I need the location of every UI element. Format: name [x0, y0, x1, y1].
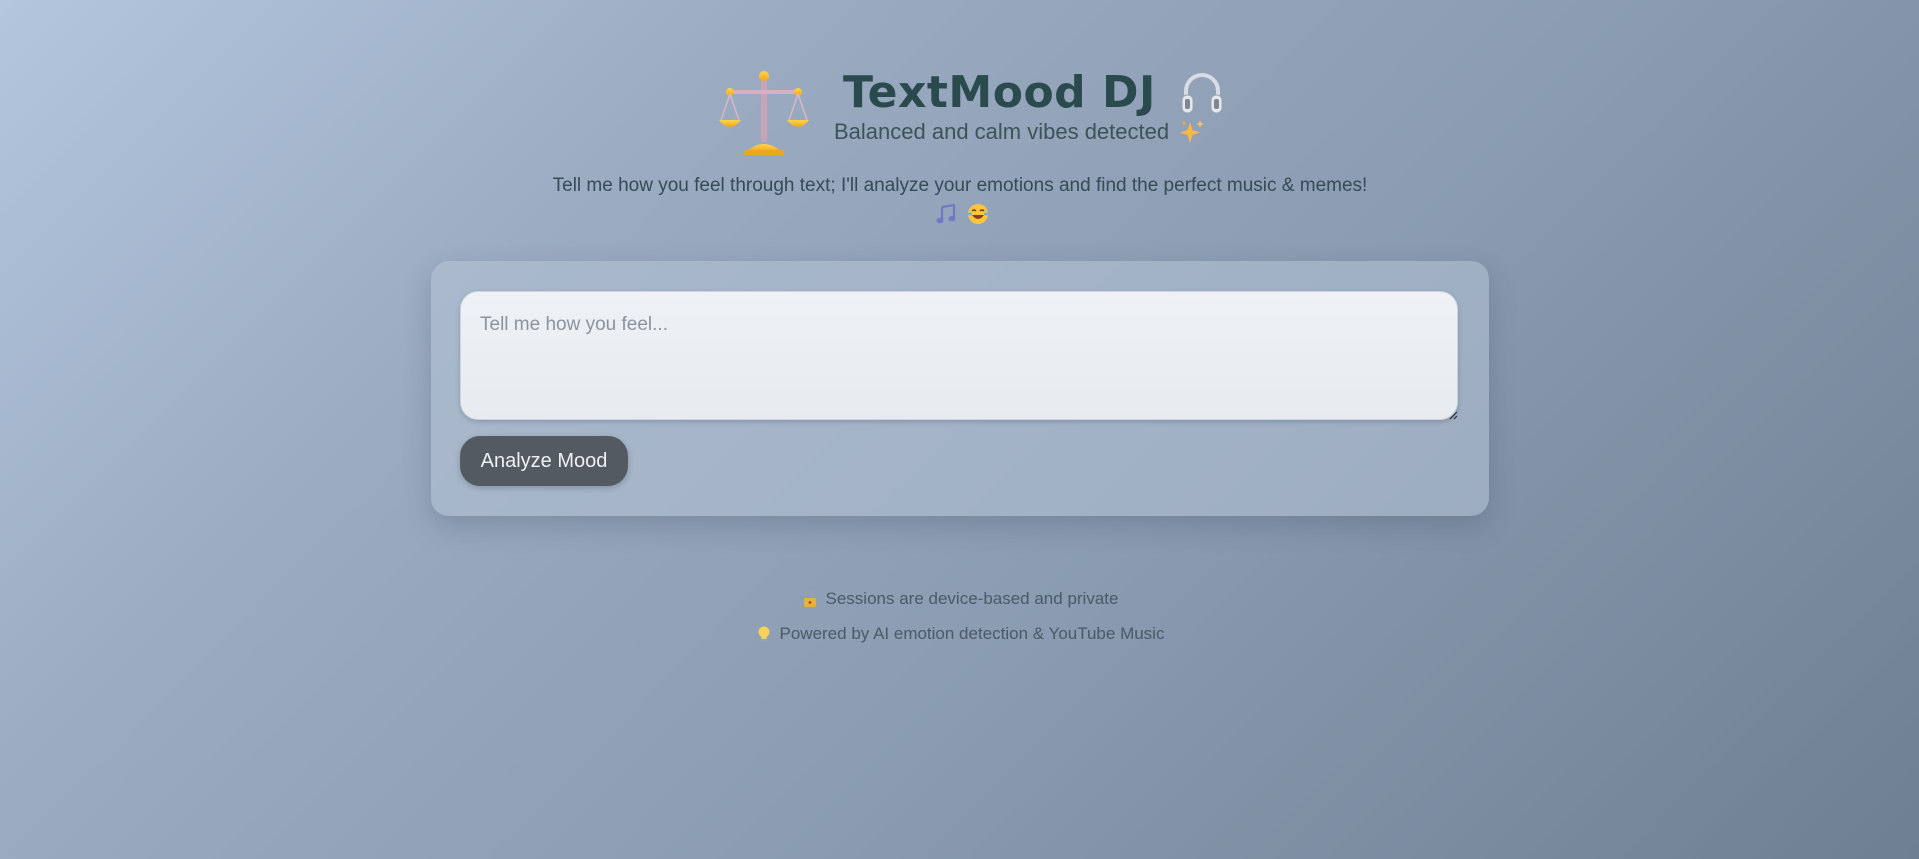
powered-by-text: Powered by AI emotion detection & YouTub…: [779, 624, 1165, 643]
lock-icon: [803, 590, 816, 607]
analyze-mood-button[interactable]: Analyze Mood: [460, 436, 628, 486]
mood-text-input[interactable]: [460, 291, 1458, 420]
laughing-face-icon: [967, 204, 988, 224]
mood-subtitle: Balanced and calm vibes detected: [834, 119, 1170, 144]
resize-handle-icon[interactable]: [1448, 410, 1458, 420]
app-title: TextMood DJ: [843, 66, 1156, 118]
intro-text-block: Tell me how you feel through text; I'll …: [540, 171, 1380, 231]
sparkles-icon: [1180, 120, 1205, 143]
powered-by-note: Powered by AI emotion detection & YouTub…: [0, 624, 1919, 644]
mood-input-card: Analyze Mood: [431, 261, 1489, 516]
lightbulb-icon: [758, 626, 770, 642]
privacy-text: Sessions are device-based and private: [825, 589, 1119, 608]
balance-scale-icon: [719, 71, 809, 155]
privacy-note: Sessions are device-based and private: [0, 589, 1919, 609]
app-header: TextMood DJ Balanced and calm vibes dete…: [0, 62, 1919, 155]
headphones-icon: [1181, 73, 1223, 114]
music-note-icon: [936, 203, 956, 224]
intro-text: Tell me how you feel through text; I'll …: [552, 175, 1368, 196]
